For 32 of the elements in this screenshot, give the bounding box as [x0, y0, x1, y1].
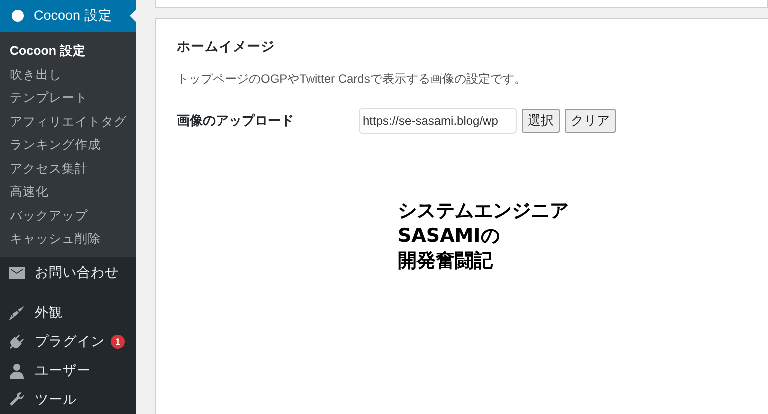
plug-icon — [9, 334, 25, 350]
home-image-text: 開発奮闘記 — [398, 250, 493, 272]
menu-item[interactable]: 外観 — [35, 304, 63, 322]
menu-item[interactable]: Cocoon 設定 — [0, 0, 136, 32]
menu-item[interactable]: お問い合わせ — [35, 264, 119, 282]
submenu-item[interactable]: Cocoon 設定 — [0, 40, 136, 64]
upload-label: 画像のアップロード — [177, 112, 295, 130]
menu-item[interactable]: プラグイン — [35, 333, 105, 351]
submenu-item[interactable]: テンプレート — [0, 87, 136, 110]
submenu-item[interactable]: バックアップ — [0, 204, 136, 228]
wrench-icon — [9, 392, 25, 408]
submenu-item[interactable]: アクセス集計 — [0, 158, 136, 181]
submenu-item[interactable]: キャッシュ削除 — [0, 228, 136, 252]
home-image-text: SASAMIの — [398, 225, 500, 247]
user-icon — [9, 363, 25, 379]
menu-item[interactable]: ユーザー — [35, 362, 91, 380]
menu-label: Cocoon 設定 — [34, 7, 112, 25]
envelope-icon — [9, 267, 25, 279]
circle-icon — [12, 10, 24, 22]
menu-item[interactable]: ツール — [35, 391, 77, 409]
submenu-item[interactable]: 吹き出し — [0, 64, 136, 87]
section-description: トップページのOGPやTwitter Cardsで表示する画像の設定です。 — [177, 71, 528, 88]
home-image-text: システムエンジニア — [398, 200, 569, 222]
update-badge: 1 — [111, 335, 125, 349]
submenu-item[interactable]: 高速化 — [0, 181, 136, 204]
image-button[interactable]: 選択 — [522, 109, 560, 133]
submenu-item[interactable]: アフィリエイトタグ — [0, 110, 136, 134]
image-button[interactable]: クリア — [565, 109, 616, 133]
brush-icon — [9, 305, 25, 321]
image-url-field[interactable]: https://se-sasami.blog/wp — [359, 108, 517, 134]
section-title: ホームイメージ — [177, 38, 276, 56]
submenu-item[interactable]: ランキング作成 — [0, 134, 136, 158]
